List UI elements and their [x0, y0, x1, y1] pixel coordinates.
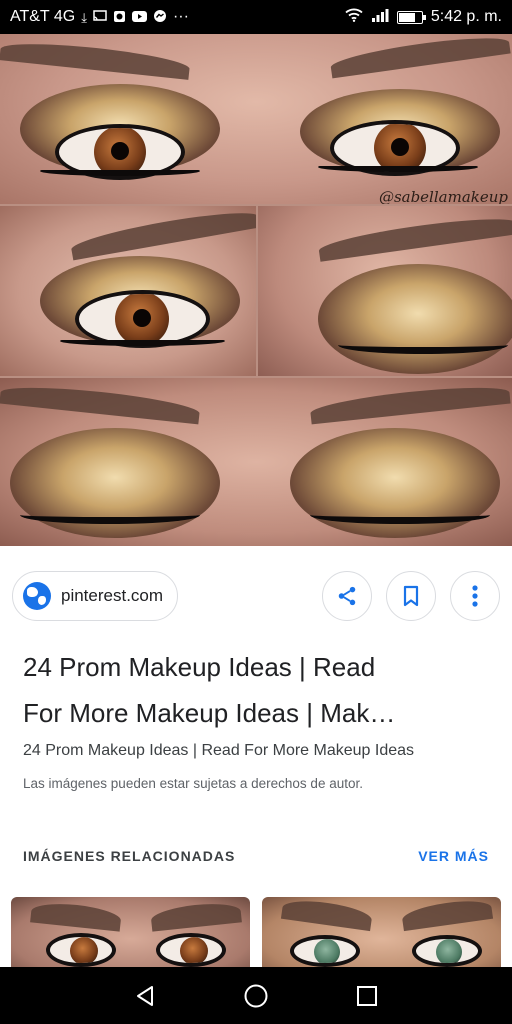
- save-button[interactable]: [386, 571, 436, 621]
- recents-icon: [356, 985, 377, 1006]
- status-bar: AT&T 4G ⤓ ··· 5:42 p. m.: [0, 0, 512, 34]
- more-vert-icon: [472, 585, 478, 607]
- collage-panel-single-eye: [0, 206, 256, 376]
- cast-icon: [93, 10, 107, 24]
- back-button[interactable]: [125, 976, 165, 1016]
- image-watermark: @sabellamakeup: [378, 188, 508, 204]
- back-icon: [137, 985, 154, 1006]
- wifi-icon: [345, 8, 363, 27]
- eye: [46, 933, 116, 967]
- eyebrow-right: [329, 34, 511, 79]
- eyebrow-left: [0, 381, 201, 425]
- eyeshadow: [318, 264, 512, 374]
- result-image[interactable]: @sabellamakeup: [0, 34, 512, 546]
- pupil-right: [391, 138, 409, 156]
- result-title[interactable]: 24 Prom Makeup Ideas | Read For More Mak…: [23, 644, 482, 736]
- bookmark-icon: [403, 585, 419, 607]
- status-right: 5:42 p. m.: [345, 8, 502, 27]
- collage-panel-open-eyes: @sabellamakeup: [0, 34, 512, 204]
- eyebrow-left: [0, 38, 191, 80]
- iris: [180, 937, 208, 963]
- home-icon: [244, 984, 268, 1007]
- image-actions: [322, 571, 500, 621]
- iris: [314, 939, 340, 963]
- clock: 5:42 p. m.: [430, 8, 502, 25]
- related-image-2[interactable]: [262, 897, 501, 967]
- pupil: [133, 309, 151, 327]
- whatsapp-icon: [113, 10, 126, 25]
- pupil-left: [111, 142, 129, 160]
- iris: [70, 937, 98, 963]
- closed-lashes-right: [310, 506, 490, 524]
- signal-icon: [371, 8, 389, 27]
- eye: [412, 935, 482, 967]
- result-title-line-1: 24 Prom Makeup Ideas | Read: [23, 652, 376, 682]
- eyebrow: [69, 206, 256, 261]
- lashline-left: [40, 166, 200, 176]
- result-description: 24 Prom Makeup Ideas | Read For More Mak…: [23, 742, 415, 759]
- carrier-label: AT&T 4G: [10, 8, 76, 25]
- copyright-notice: Las imágenes pueden estar sujetas a dere…: [23, 776, 363, 791]
- eyebrow: [400, 897, 494, 932]
- closed-lashes-left: [20, 506, 200, 524]
- see-more-link[interactable]: VER MÁS: [418, 848, 489, 864]
- more-options-button[interactable]: [450, 571, 500, 621]
- iris: [436, 939, 462, 963]
- lashline: [60, 336, 225, 346]
- eye: [156, 933, 226, 967]
- eye: [290, 935, 360, 967]
- eyebrow-right: [309, 381, 511, 425]
- globe-icon: [23, 582, 51, 610]
- recents-button[interactable]: [347, 976, 387, 1016]
- battery-level: [398, 12, 415, 22]
- collage-panel-closed-eye: [258, 206, 512, 376]
- closed-lashes: [338, 336, 508, 354]
- result-title-line-2: For More Makeup Ideas | Mak…: [23, 698, 396, 728]
- status-left: AT&T 4G ⤓ ···: [10, 8, 189, 26]
- home-button[interactable]: [236, 976, 276, 1016]
- related-image-1[interactable]: [11, 897, 250, 967]
- battery-icon: [396, 10, 426, 24]
- screen: AT&T 4G ⤓ ··· 5:42 p. m. @sabellamakeup …: [0, 0, 512, 1024]
- lashline-right: [318, 162, 478, 172]
- eyebrow: [30, 900, 122, 932]
- share-icon: [338, 586, 356, 606]
- eyebrow: [317, 212, 512, 262]
- source-link[interactable]: pinterest.com: [12, 571, 179, 621]
- source-domain: pinterest.com: [61, 586, 164, 605]
- collage-panel-closed-eyes: [0, 378, 512, 546]
- share-button[interactable]: [322, 571, 372, 621]
- eyebrow: [150, 900, 242, 932]
- more-notifications-icon: ···: [172, 8, 189, 25]
- eyebrow: [280, 897, 374, 932]
- messenger-icon: [153, 9, 167, 25]
- download-icon: ⤓: [81, 9, 87, 25]
- navigation-bar: [0, 967, 512, 1024]
- related-images-title: IMÁGENES RELACIONADAS: [23, 848, 236, 864]
- youtube-icon: [131, 10, 147, 24]
- source-row: pinterest.com: [12, 570, 500, 622]
- related-images-header: IMÁGENES RELACIONADAS VER MÁS: [23, 848, 489, 864]
